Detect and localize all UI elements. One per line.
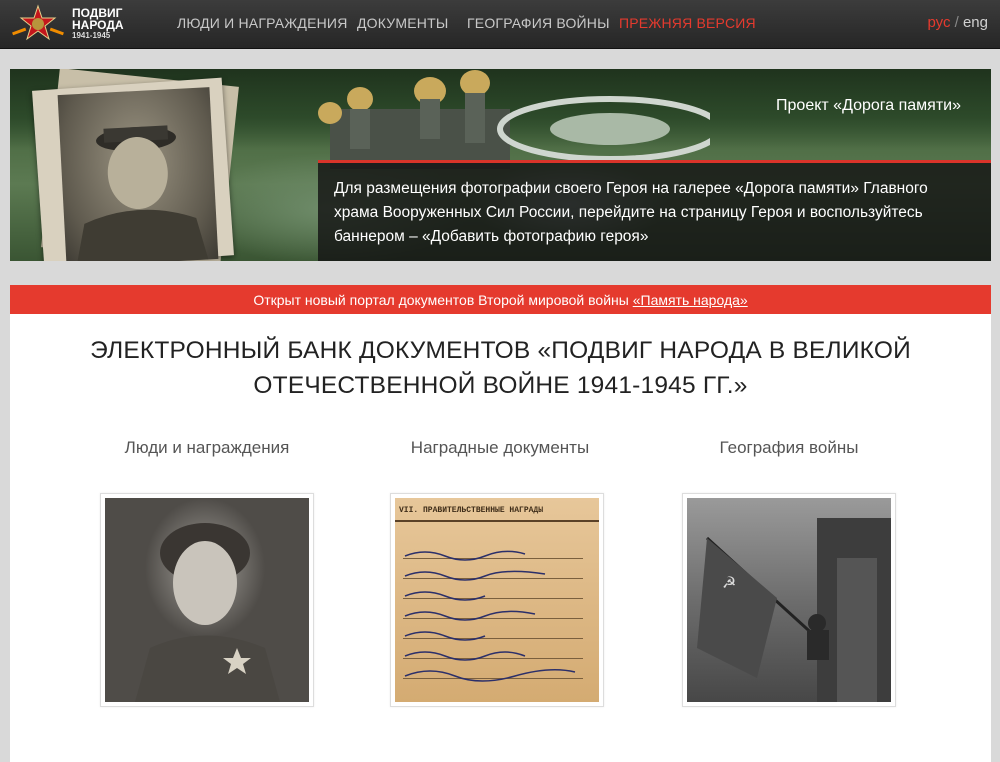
- page-title: ЭЛЕКТРОННЫЙ БАНК ДОКУМЕНТОВ «ПОДВИГ НАРО…: [10, 333, 991, 403]
- nav-documents[interactable]: ДОКУМЕНТЫ: [357, 15, 448, 31]
- award-document-photo: VII. ПРАВИТЕЛЬСТВЕННЫЕ НАГРАДЫ: [395, 498, 599, 702]
- main-content: Открыт новый портал документов Второй ми…: [10, 285, 991, 762]
- notice-bar: Открыт новый портал документов Второй ми…: [10, 285, 991, 314]
- section-war-geography-label[interactable]: География войны: [682, 438, 896, 458]
- soldier-portrait: [57, 87, 219, 261]
- top-navbar: ПОДВИГ НАРОДА 1941-1945 ЛЮДИ И НАГРАЖДЕН…: [0, 0, 1000, 49]
- nav-previous-version[interactable]: ПРЕЖНЯЯ ВЕРСИЯ: [619, 15, 756, 31]
- svg-text:☭: ☭: [722, 573, 736, 592]
- cathedral-image: [318, 70, 710, 169]
- logo-line2: НАРОДА: [72, 18, 124, 32]
- language-switcher: рус / eng: [927, 14, 988, 31]
- banner-textbox: Для размещения фотографии своего Героя н…: [318, 163, 991, 261]
- banner-text: Для размещения фотографии своего Героя н…: [334, 180, 928, 245]
- notice-text: Открыт новый портал документов Второй ми…: [253, 292, 633, 308]
- site-logo[interactable]: ПОДВИГ НАРОДА 1941-1945: [10, 4, 130, 44]
- road-of-memory-banner[interactable]: Проект «Дорога памяти» Для размещения фо…: [10, 69, 991, 261]
- reichstag-flag-photo: ☭: [687, 498, 891, 702]
- tile-war-geography[interactable]: ☭: [682, 493, 896, 707]
- tile-people[interactable]: [100, 493, 314, 707]
- tile-award-documents[interactable]: VII. ПРАВИТЕЛЬСТВЕННЫЕ НАГРАДЫ: [390, 493, 604, 707]
- section-people-label[interactable]: Люди и награждения: [100, 438, 314, 458]
- page-title-line1: ЭЛЕКТРОННЫЙ БАНК ДОКУМЕНТОВ «ПОДВИГ НАРО…: [90, 337, 911, 364]
- section-award-docs-label[interactable]: Наградные документы: [390, 438, 610, 458]
- woman-pilot-photo: [105, 498, 309, 702]
- page-title-line2: ОТЕЧЕСТВЕННОЙ ВОЙНЕ 1941-1945 ГГ.»: [253, 372, 748, 399]
- nav-war-geography[interactable]: ГЕОГРАФИЯ ВОЙНЫ: [467, 15, 610, 31]
- lang-eng[interactable]: eng: [963, 14, 988, 31]
- logo-years: 1941-1945: [72, 31, 111, 40]
- lang-rus[interactable]: рус: [927, 14, 950, 31]
- lang-separator: /: [954, 14, 959, 31]
- banner-title: Проект «Дорога памяти»: [776, 97, 961, 114]
- memory-of-people-link[interactable]: «Память народа»: [633, 292, 748, 308]
- order-star-icon: [12, 4, 64, 41]
- nav-people-awards[interactable]: ЛЮДИ И НАГРАЖДЕНИЯ: [177, 15, 348, 31]
